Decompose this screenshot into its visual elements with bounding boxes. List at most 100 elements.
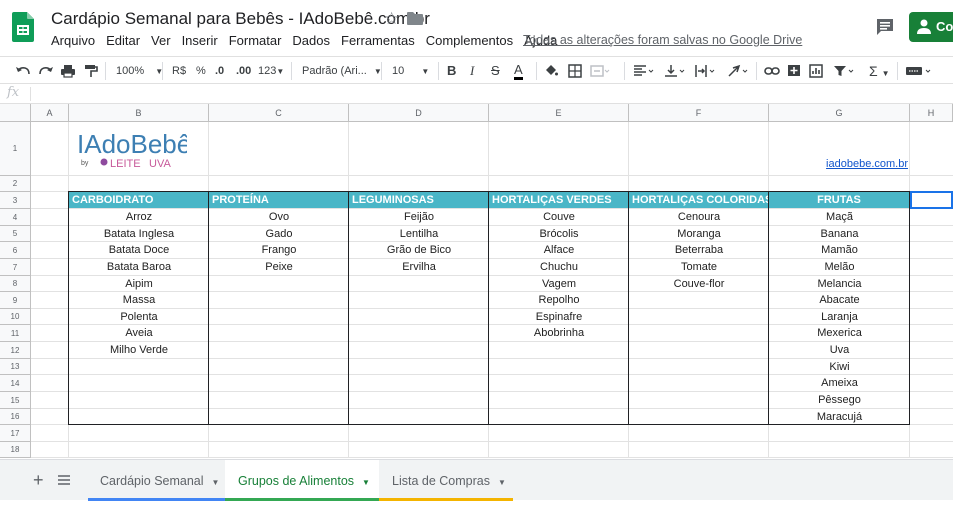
horizontal-align-icon[interactable] — [633, 62, 655, 80]
food-cell[interactable]: Melancia — [769, 276, 910, 292]
input-tools-icon[interactable] — [905, 62, 933, 80]
share-button[interactable]: Com — [909, 12, 953, 42]
select-all-corner[interactable] — [0, 104, 31, 122]
tab-grupos-de-alimentos[interactable]: Grupos de Alimentos ▼ — [225, 460, 379, 501]
merge-cells-icon[interactable] — [590, 62, 610, 80]
food-cell[interactable]: Couve-flor — [629, 276, 769, 292]
row-header-16[interactable]: 16 — [0, 409, 31, 425]
zoom-select[interactable]: 100% ▼ — [116, 62, 163, 80]
currency-format-button[interactable]: R$ — [172, 62, 186, 80]
food-cell[interactable]: Batata Baroa — [69, 259, 209, 276]
insert-chart-icon[interactable] — [809, 62, 823, 80]
food-cell[interactable]: Lentilha — [349, 226, 489, 242]
food-cell[interactable]: Uva — [769, 342, 910, 359]
insert-link-icon[interactable] — [764, 62, 780, 80]
paint-format-icon[interactable] — [84, 62, 98, 80]
document-title[interactable]: Cardápio Semanal para Bebês - IAdoBebê.c… — [51, 9, 430, 29]
text-rotation-icon[interactable] — [727, 62, 749, 80]
category-header-5[interactable]: HORTALIÇAS COLORIDAS — [629, 192, 768, 208]
menu-complementos[interactable]: Complementos — [426, 33, 513, 49]
food-cell[interactable]: Repolho — [489, 292, 629, 309]
row-header-1[interactable]: 1 — [0, 122, 31, 176]
increase-decimal-button[interactable]: .00 — [236, 62, 251, 80]
row-header-2[interactable]: 2 — [0, 176, 31, 192]
menu-ferramentas[interactable]: Ferramentas — [341, 33, 415, 49]
food-cell[interactable]: Feijão — [349, 209, 489, 226]
website-link[interactable]: iadobebe.com.br — [769, 158, 908, 170]
category-header-6[interactable]: FRUTAS — [769, 192, 909, 208]
food-cell[interactable]: Ameixa — [769, 375, 910, 392]
column-header-f[interactable]: F — [629, 104, 769, 122]
food-cell[interactable]: Vagem — [489, 276, 629, 292]
row-header-12[interactable]: 12 — [0, 342, 31, 359]
functions-button[interactable]: Σ ▼ — [869, 62, 890, 80]
food-cell[interactable]: Moranga — [629, 226, 769, 242]
food-cell[interactable]: Grão de Bico — [349, 242, 489, 259]
row-header-11[interactable]: 11 — [0, 325, 31, 342]
row-header-3[interactable]: 3 — [0, 192, 31, 209]
filter-icon[interactable] — [833, 62, 855, 80]
category-header-3[interactable]: LEGUMINOSAS — [349, 192, 488, 208]
food-cell[interactable]: Abacate — [769, 292, 910, 309]
column-header-c[interactable]: C — [209, 104, 349, 122]
decrease-decimal-button[interactable]: .0 — [215, 62, 224, 80]
column-header-b[interactable]: B — [69, 104, 209, 122]
menu-editar[interactable]: Editar — [106, 33, 140, 49]
row-header-17[interactable]: 17 — [0, 425, 31, 442]
food-cell[interactable]: Brócolis — [489, 226, 629, 242]
food-cell[interactable]: Peixe — [209, 259, 349, 276]
food-cell[interactable]: Tomate — [629, 259, 769, 276]
tab-cardapio-semanal[interactable]: Cardápio Semanal ▼ — [88, 460, 225, 501]
print-icon[interactable] — [60, 62, 76, 80]
food-cell[interactable]: Batata Inglesa — [69, 226, 209, 242]
text-color-button[interactable]: A — [514, 62, 523, 80]
text-wrapping-icon[interactable] — [694, 62, 716, 80]
menu-inserir[interactable]: Inserir — [182, 33, 218, 49]
row-header-6[interactable]: 6 — [0, 242, 31, 259]
selected-cell-h3[interactable] — [910, 191, 953, 209]
food-cell[interactable]: Chuchu — [489, 259, 629, 276]
food-cell[interactable]: Melão — [769, 259, 910, 276]
food-cell[interactable]: Banana — [769, 226, 910, 242]
food-cell[interactable]: Mexerica — [769, 325, 910, 342]
food-cell[interactable]: Abobrinha — [489, 325, 629, 342]
percent-format-button[interactable]: % — [196, 62, 206, 80]
row-header-4[interactable]: 4 — [0, 209, 31, 226]
font-size-select[interactable]: 10 ▼ — [392, 62, 429, 80]
food-cell[interactable]: Kiwi — [769, 359, 910, 375]
food-cell[interactable]: Pêssego — [769, 392, 910, 409]
food-cell[interactable]: Frango — [209, 242, 349, 259]
column-header-a[interactable]: A — [31, 104, 69, 122]
menu-ver[interactable]: Ver — [151, 33, 171, 49]
italic-button[interactable]: I — [470, 62, 474, 80]
row-header-15[interactable]: 15 — [0, 392, 31, 409]
food-cell[interactable]: Maçã — [769, 209, 910, 226]
food-cell[interactable]: Maracujá — [769, 409, 910, 425]
menu-arquivo[interactable]: Arquivo — [51, 33, 95, 49]
category-header-2[interactable]: PROTEÍNA — [209, 192, 348, 208]
menu-formatar[interactable]: Formatar — [229, 33, 282, 49]
food-cell[interactable]: Aipim — [69, 276, 209, 292]
tab-lista-de-compras[interactable]: Lista de Compras ▼ — [379, 460, 513, 501]
row-header-8[interactable]: 8 — [0, 276, 31, 292]
food-cell[interactable]: Mamão — [769, 242, 910, 259]
bold-button[interactable]: B — [447, 62, 456, 80]
borders-icon[interactable] — [568, 62, 582, 80]
food-cell[interactable]: Gado — [209, 226, 349, 242]
column-header-h[interactable]: H — [910, 104, 953, 122]
row-header-14[interactable]: 14 — [0, 375, 31, 392]
add-sheet-icon[interactable]: + — [33, 460, 44, 499]
food-cell[interactable]: Polenta — [69, 309, 209, 325]
category-header-1[interactable]: CARBOIDRATO — [69, 192, 208, 208]
insert-comment-icon[interactable] — [787, 62, 801, 80]
formula-bar[interactable]: fx — [0, 84, 953, 104]
row-header-5[interactable]: 5 — [0, 226, 31, 242]
column-header-g[interactable]: G — [769, 104, 910, 122]
more-formats-button[interactable]: 123▼ — [258, 62, 284, 80]
all-sheets-icon[interactable] — [57, 460, 71, 499]
food-cell[interactable]: Beterraba — [629, 242, 769, 259]
undo-icon[interactable] — [15, 62, 31, 80]
food-cell[interactable]: Milho Verde — [69, 342, 209, 359]
food-cell[interactable]: Ervilha — [349, 259, 489, 276]
food-cell[interactable]: Espinafre — [489, 309, 629, 325]
